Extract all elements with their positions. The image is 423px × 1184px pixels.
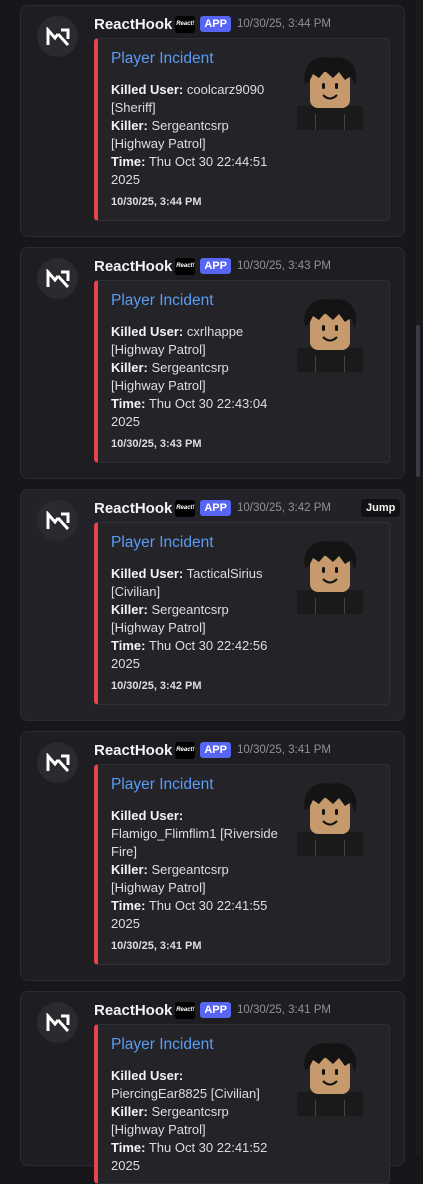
username[interactable]: ReactHook (94, 258, 172, 275)
roblox-avatar-thumbnail[interactable] (295, 1040, 365, 1116)
message-header: ReactHook React! APP 10/30/25, 3:41 PM (94, 1000, 331, 1020)
server-tag-icon: React! (175, 15, 196, 33)
username[interactable]: ReactHook (94, 500, 172, 517)
message: ReactHook React! APP 10/30/25, 3:43 PM P… (20, 247, 405, 479)
reacthook-logo-icon (46, 1012, 69, 1032)
app-badge: APP (200, 500, 231, 516)
killed-user-value: Flamigo_Flimflim1 [Riverside Fire] (111, 826, 278, 859)
reacthook-logo-icon (46, 752, 69, 772)
killed-user-label: Killed User: (111, 324, 184, 339)
embed-title[interactable]: Player Incident (111, 50, 214, 68)
server-tag-icon: React! (175, 741, 196, 759)
time-label: Time: (111, 396, 146, 411)
jump-button[interactable]: Jump (361, 499, 401, 517)
time-label: Time: (111, 1140, 146, 1155)
message: ReactHook React! APP 10/30/25, 3:41 PM P… (20, 731, 405, 981)
roblox-avatar-thumbnail[interactable] (295, 296, 365, 372)
embed: Player Incident Killed User: TacticalSir… (94, 522, 390, 705)
embed-description: Killed User: cxrlhappe [Highway Patrol] … (111, 323, 281, 431)
embed: Player Incident Killed User: PiercingEar… (94, 1024, 390, 1184)
time-label: Time: (111, 898, 146, 913)
bot-avatar[interactable] (37, 500, 78, 541)
embed: Player Incident Killed User: Flamigo_Fli… (94, 764, 390, 965)
reacthook-logo-icon (46, 268, 69, 288)
killed-user-label: Killed User: (111, 1068, 184, 1083)
killer-label: Killer: (111, 602, 148, 617)
message-header: ReactHook React! APP 10/30/25, 3:41 PM (94, 740, 331, 760)
roblox-avatar-thumbnail[interactable] (295, 54, 365, 130)
embed-description: Killed User: TacticalSirius [Civilian] K… (111, 565, 281, 673)
embed-description: Killed User: Flamigo_Flimflim1 [Riversid… (111, 807, 281, 933)
message-header: ReactHook React! APP 10/30/25, 3:44 PM (94, 14, 331, 34)
message: ReactHook React! APP 10/30/25, 3:42 PM P… (20, 489, 405, 721)
time-label: Time: (111, 154, 146, 169)
killer-label: Killer: (111, 1104, 148, 1119)
server-tag-icon: React! (175, 499, 196, 517)
embed-footer: 10/30/25, 3:43 PM (111, 438, 202, 450)
embed-footer: 10/30/25, 3:42 PM (111, 680, 202, 692)
killer-label: Killer: (111, 118, 148, 133)
embed-title[interactable]: Player Incident (111, 776, 214, 794)
username[interactable]: ReactHook (94, 1002, 172, 1019)
bot-avatar[interactable] (37, 258, 78, 299)
embed-footer: 10/30/25, 3:44 PM (111, 196, 202, 208)
timestamp[interactable]: 10/30/25, 3:41 PM (237, 1004, 331, 1016)
killed-user-label: Killed User: (111, 566, 184, 581)
time-label: Time: (111, 638, 146, 653)
scrollbar-track[interactable] (416, 0, 420, 1156)
embed: Player Incident Killed User: cxrlhappe [… (94, 280, 390, 463)
embed-title[interactable]: Player Incident (111, 1036, 214, 1054)
message: ReactHook React! APP 10/30/25, 3:44 PM P… (20, 5, 405, 237)
roblox-avatar-thumbnail[interactable] (295, 538, 365, 614)
embed-description: Killed User: coolcarz9090 [Sheriff] Kill… (111, 81, 281, 189)
app-badge: APP (200, 16, 231, 32)
timestamp[interactable]: 10/30/25, 3:42 PM (237, 502, 331, 514)
server-tag-icon: React! (175, 1001, 196, 1019)
killed-user-value: PiercingEar8825 [Civilian] (111, 1086, 260, 1101)
timestamp[interactable]: 10/30/25, 3:41 PM (237, 744, 331, 756)
app-badge: APP (200, 258, 231, 274)
username[interactable]: ReactHook (94, 16, 172, 33)
message-header: ReactHook React! APP 10/30/25, 3:42 PM (94, 498, 331, 518)
bot-avatar[interactable] (37, 16, 78, 57)
roblox-avatar-thumbnail[interactable] (295, 780, 365, 856)
embed-footer: 10/30/25, 3:41 PM (111, 940, 202, 952)
server-tag-icon: React! (175, 257, 196, 275)
scrollbar-thumb[interactable] (416, 325, 420, 477)
timestamp[interactable]: 10/30/25, 3:43 PM (237, 260, 331, 272)
embed-title[interactable]: Player Incident (111, 534, 214, 552)
reacthook-logo-icon (46, 510, 69, 530)
bot-avatar[interactable] (37, 1002, 78, 1043)
killed-user-label: Killed User: (111, 808, 184, 823)
timestamp[interactable]: 10/30/25, 3:44 PM (237, 18, 331, 30)
app-badge: APP (200, 1002, 231, 1018)
killer-label: Killer: (111, 360, 148, 375)
embed-title[interactable]: Player Incident (111, 292, 214, 310)
message: ReactHook React! APP 10/30/25, 3:41 PM P… (20, 991, 405, 1184)
killed-user-label: Killed User: (111, 82, 184, 97)
embed-description: Killed User: PiercingEar8825 [Civilian] … (111, 1067, 281, 1175)
username[interactable]: ReactHook (94, 742, 172, 759)
embed: Player Incident Killed User: coolcarz909… (94, 38, 390, 221)
message-header: ReactHook React! APP 10/30/25, 3:43 PM (94, 256, 331, 276)
app-badge: APP (200, 742, 231, 758)
reacthook-logo-icon (46, 26, 69, 46)
killer-label: Killer: (111, 862, 148, 877)
bot-avatar[interactable] (37, 742, 78, 783)
